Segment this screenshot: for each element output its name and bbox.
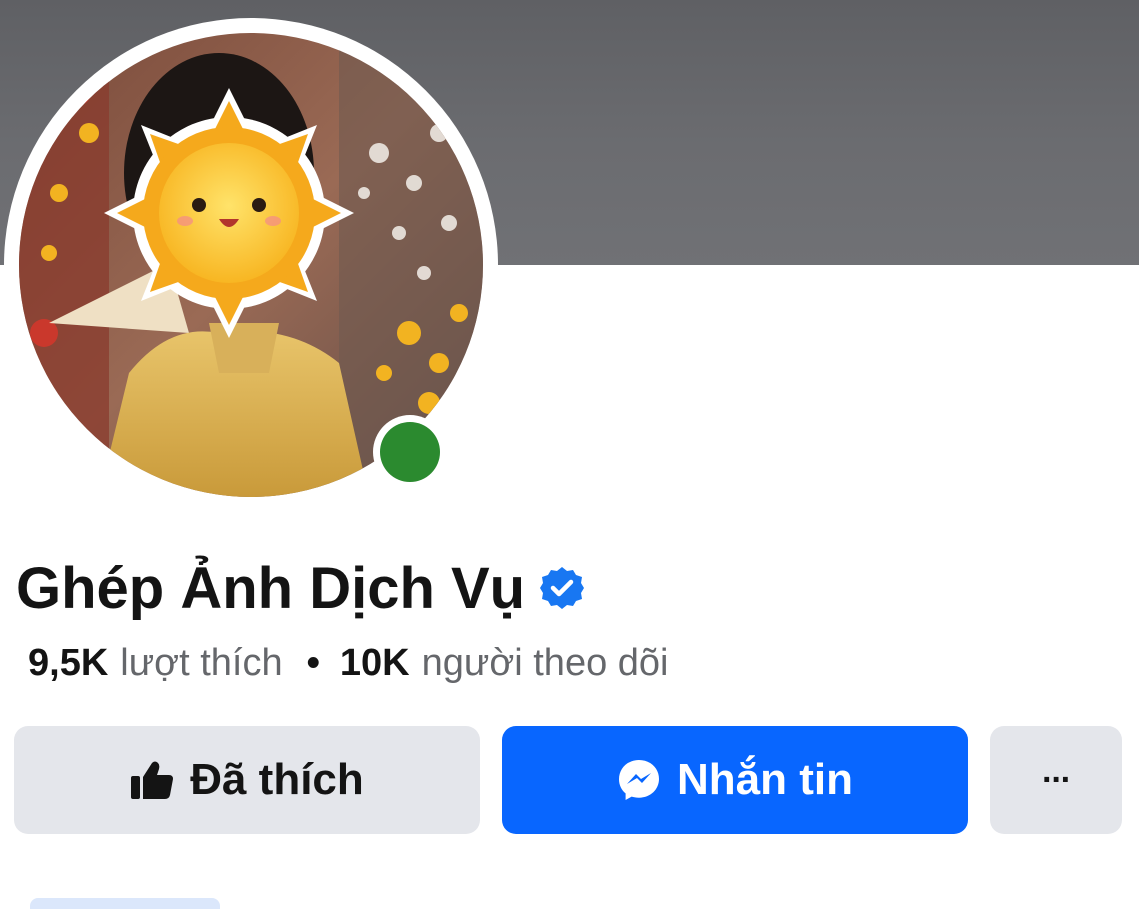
profile-picture[interactable] bbox=[4, 18, 498, 512]
tab-indicator[interactable] bbox=[30, 898, 220, 909]
online-status-indicator bbox=[373, 415, 447, 489]
messenger-icon bbox=[617, 758, 661, 802]
followers-label[interactable]: người theo dõi bbox=[422, 642, 669, 685]
more-options-icon: ··· bbox=[1042, 760, 1072, 799]
online-status-dot bbox=[380, 422, 440, 482]
stats-separator: • bbox=[306, 642, 320, 684]
more-options-button[interactable]: ··· bbox=[990, 726, 1122, 834]
message-button[interactable]: Nhắn tin bbox=[502, 726, 968, 834]
message-button-label: Nhắn tin bbox=[677, 755, 853, 804]
followers-count[interactable]: 10K bbox=[340, 642, 410, 685]
likes-label[interactable]: lượt thích bbox=[120, 642, 282, 685]
page-title-row: Ghép Ảnh Dịch Vụ bbox=[16, 548, 585, 628]
page-stats: 9,5K lượt thích • 10K người theo dõi bbox=[28, 642, 668, 685]
likes-count[interactable]: 9,5K bbox=[28, 642, 108, 685]
liked-button[interactable]: Đã thích bbox=[14, 726, 480, 834]
verified-badge-icon[interactable] bbox=[539, 565, 585, 611]
liked-button-label: Đã thích bbox=[190, 755, 364, 804]
page-title: Ghép Ảnh Dịch Vụ bbox=[16, 555, 526, 621]
thumbs-up-icon bbox=[130, 760, 174, 800]
